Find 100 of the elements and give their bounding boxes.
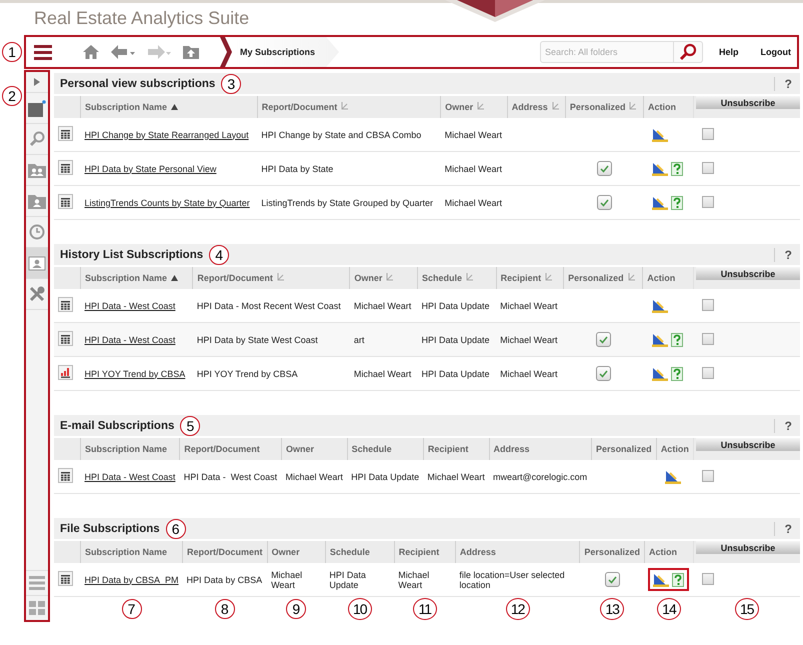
- callout-number: 7: [122, 599, 142, 619]
- page-help-icon[interactable]: [670, 366, 683, 380]
- sort-icon[interactable]: [477, 102, 486, 110]
- tile-view-icon: [29, 601, 45, 615]
- page-help-icon[interactable]: [670, 332, 683, 346]
- header-link[interactable]: Help: [718, 47, 738, 57]
- callout-number: 6: [166, 518, 186, 538]
- grid-report-icon: [58, 160, 73, 175]
- help-link[interactable]: ?: [774, 76, 800, 90]
- table-cell: Michael Weart: [354, 300, 412, 310]
- table-cell: HPI YOY Trend by CBSA: [196, 368, 298, 378]
- edit-subscription-icon[interactable]: [652, 195, 668, 210]
- grid-report-icon: [58, 331, 73, 346]
- callout-number: 4: [209, 244, 230, 264]
- table-cell: HPI Data - West Coast: [184, 472, 278, 482]
- column-header[interactable]: Address: [460, 547, 496, 557]
- contacts-folder-icon: [28, 162, 46, 178]
- table-cell-text: Michael Weart: [398, 570, 430, 590]
- sort-icon[interactable]: [628, 273, 636, 281]
- table-cell: HPI Data Update: [351, 472, 420, 482]
- unsubscribe-checkbox[interactable]: [702, 162, 714, 174]
- unsubscribe-button[interactable]: Unsubscribe: [696, 267, 800, 280]
- table-cell-text: HPI Data Update: [329, 570, 367, 590]
- grid-report-icon: [58, 297, 73, 312]
- menu-icon[interactable]: [34, 44, 52, 60]
- table-cell: HPI Data by CBSA: [186, 574, 262, 584]
- sort-icon[interactable]: [386, 273, 394, 281]
- sort-ascending-icon[interactable]: [171, 104, 178, 110]
- unsubscribe-checkbox[interactable]: [702, 298, 714, 310]
- edit-subscription-icon[interactable]: [653, 572, 670, 587]
- page-help-icon[interactable]: [672, 572, 684, 586]
- table-cell: Michael Weart: [444, 130, 502, 140]
- user-folder-icon: [28, 194, 46, 208]
- edit-subscription-icon[interactable]: [652, 298, 668, 313]
- page-help-icon[interactable]: [671, 162, 684, 176]
- callout-number: 9: [286, 599, 306, 619]
- sort-icon[interactable]: [629, 102, 638, 110]
- folder-up-icon[interactable]: [182, 44, 200, 60]
- unsubscribe-checkbox[interactable]: [702, 196, 714, 208]
- sort-icon[interactable]: [552, 102, 560, 110]
- table-cell: HPI Data by State: [261, 164, 334, 174]
- page-help-icon[interactable]: [671, 196, 684, 210]
- unsubscribe-checkbox[interactable]: [702, 128, 714, 140]
- unsubscribe-button[interactable]: Unsubscribe: [696, 96, 800, 109]
- sort-icon[interactable]: [545, 273, 554, 281]
- unsubscribe-checkbox[interactable]: [702, 470, 714, 482]
- edit-subscription-icon[interactable]: [665, 469, 682, 484]
- unsubscribe-button[interactable]: Unsubscribe: [696, 438, 800, 451]
- back-arrow-icon[interactable]: [110, 44, 136, 60]
- table-cell: ListingTrends by State Grouped by Quarter: [261, 198, 433, 208]
- column-header[interactable]: Address: [494, 444, 530, 454]
- callout-number: 10: [348, 598, 372, 620]
- edit-subscription-icon[interactable]: [652, 161, 668, 176]
- callout-number: 15: [734, 598, 759, 620]
- column-header[interactable]: Owner: [286, 444, 314, 454]
- help-link[interactable]: ?: [774, 522, 800, 536]
- sort-icon[interactable]: [276, 273, 285, 281]
- grid-report-icon: [58, 126, 73, 141]
- home-icon[interactable]: [82, 44, 100, 60]
- column-header[interactable]: Report/Document: [262, 102, 338, 112]
- section-title: History List Subscriptions: [60, 248, 204, 260]
- help-link[interactable]: ?: [774, 248, 800, 262]
- subscription-link[interactable]: HPI Data by CBSA_PM: [84, 574, 179, 584]
- table-cell-text: Michael Weart: [271, 570, 304, 590]
- subscription-link[interactable]: HPI YOY Trend by CBSA: [84, 368, 186, 378]
- edit-subscription-icon[interactable]: [652, 366, 668, 381]
- search-button[interactable]: [674, 41, 703, 63]
- table-cell: Michael Weart: [354, 368, 412, 378]
- tools-icon: [28, 285, 46, 303]
- unsubscribe-button[interactable]: Unsubscribe: [696, 541, 800, 554]
- unsubscribe-checkbox[interactable]: [702, 572, 714, 584]
- callout-number: 13: [600, 598, 624, 620]
- sort-ascending-icon[interactable]: [171, 275, 178, 281]
- search-icon: [29, 131, 45, 147]
- column-header[interactable]: Owner: [445, 102, 474, 112]
- edit-subscription-icon[interactable]: [652, 127, 668, 142]
- callout-number: 3: [221, 74, 242, 94]
- column-header[interactable]: Owner: [354, 273, 382, 283]
- sidebar-item[interactable]: [26, 248, 48, 279]
- subscription-link[interactable]: HPI Data - West Coast: [84, 300, 176, 310]
- table-cell: HPI Change by State and CBSA Combo: [261, 130, 422, 140]
- sort-icon[interactable]: [466, 273, 474, 281]
- table-cell: HPI Data Update: [421, 334, 490, 344]
- subscription-link[interactable]: ListingTrends Counts by State by Quarter: [84, 198, 250, 208]
- help-link[interactable]: ?: [774, 418, 800, 432]
- callout-number: 1: [2, 42, 22, 62]
- subscription-link[interactable]: HPI Data by State Personal View: [84, 164, 216, 174]
- search-field[interactable]: Search: All folders: [540, 41, 674, 63]
- unsubscribe-checkbox[interactable]: [702, 332, 714, 344]
- section-title: E-mail Subscriptions: [60, 420, 174, 432]
- subscription-link[interactable]: HPI Data - West Coast: [84, 472, 176, 482]
- edit-subscription-icon[interactable]: [652, 332, 668, 347]
- header-link[interactable]: Logout: [760, 47, 791, 57]
- subscription-link[interactable]: HPI Change by State Rearranged Layout: [84, 130, 249, 140]
- unsubscribe-checkbox[interactable]: [702, 366, 714, 378]
- callout-number: 12: [506, 598, 530, 620]
- table-cell: Michael Weart: [500, 334, 558, 344]
- table-cell: Michael Weart: [444, 198, 502, 208]
- sort-icon[interactable]: [341, 102, 350, 110]
- expand-icon: [34, 78, 40, 86]
